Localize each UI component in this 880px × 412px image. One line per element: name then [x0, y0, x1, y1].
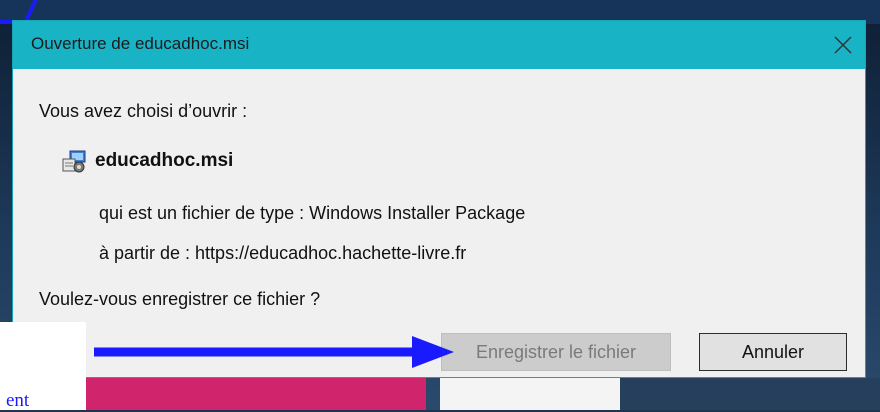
file-row: educadhoc.msi: [61, 149, 233, 173]
dialog-title: Ouverture de educadhoc.msi: [31, 34, 250, 53]
annotation-note-text: ent: [6, 390, 30, 411]
installer-package-icon: [62, 150, 86, 173]
dialog-titlebar: Ouverture de educadhoc.msi: [13, 21, 865, 69]
close-icon: [834, 36, 852, 54]
cancel-button[interactable]: Annuler: [699, 333, 847, 371]
intro-label: Vous avez choisi d’ouvrir :: [39, 101, 248, 121]
save-file-button[interactable]: Enregistrer le fichier: [441, 333, 671, 371]
file-type-line: qui est un fichier de type : Windows Ins…: [99, 203, 526, 223]
background-pink-banner: [86, 378, 426, 410]
file-source-line: à partir de : https://educadhoc.hachette…: [99, 243, 467, 263]
background-white-strip: [440, 378, 620, 410]
save-question: Voulez-vous enregistrer ce fichier ?: [39, 289, 321, 309]
open-file-dialog: Ouverture de educadhoc.msi Vous avez cho…: [12, 20, 866, 378]
close-button[interactable]: [827, 29, 859, 61]
file-name: educadhoc.msi: [95, 150, 234, 171]
background-dark-strip: [620, 378, 880, 410]
annotation-arrow: [94, 336, 454, 368]
